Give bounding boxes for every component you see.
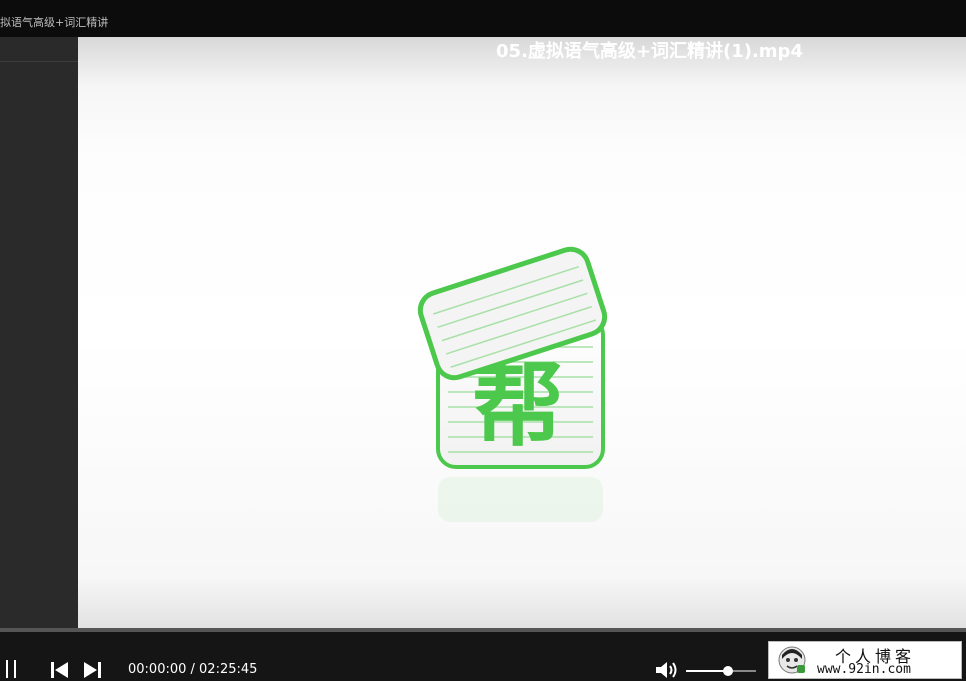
time-display: 00:00:00 / 02:25:45 (128, 662, 258, 677)
sidebar-divider (0, 61, 78, 62)
logo-reflection (438, 477, 603, 522)
watermark-avatar (778, 646, 806, 674)
playlist-sidebar (0, 37, 79, 637)
video-title: 05.虚拟语气高级+词汇精讲(1).mp4 (496, 41, 803, 62)
volume-slider-handle[interactable] (723, 666, 733, 676)
video-surface[interactable]: 05.虚拟语气高级+词汇精讲(1).mp4 帮 (78, 37, 966, 637)
pause-button[interactable] (4, 660, 20, 678)
playlist-tab-label[interactable]: 拟语气高级+词汇精讲 (0, 14, 180, 36)
blog-watermark: 个人博客 www.92in.com (768, 641, 962, 679)
previous-icon (51, 662, 68, 678)
volume-button[interactable] (654, 660, 680, 680)
next-icon (84, 662, 101, 678)
watermark-url: www.92in.com (817, 662, 911, 677)
app-logo: 帮 (417, 246, 608, 522)
next-button[interactable] (82, 661, 102, 679)
pause-icon (6, 660, 8, 678)
volume-icon (656, 662, 677, 678)
volume-level (686, 670, 728, 672)
previous-button[interactable] (50, 661, 70, 679)
volume-slider[interactable] (686, 666, 756, 676)
